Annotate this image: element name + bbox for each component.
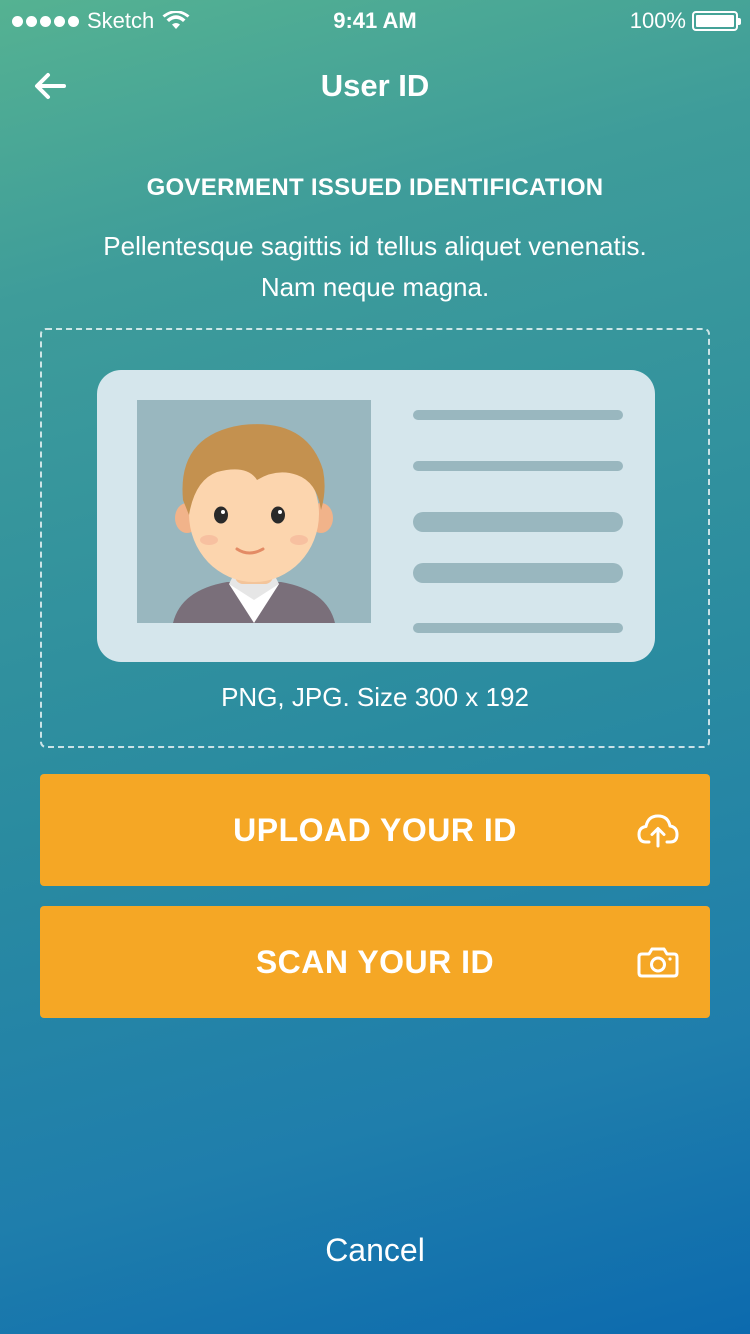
card-text-line [413, 623, 623, 633]
camera-icon [637, 947, 679, 978]
scan-id-label: SCAN YOUR ID [255, 944, 495, 980]
scan-id-button[interactable]: SCAN YOUR ID [40, 906, 710, 1018]
upload-id-label: UPLOAD YOUR ID [233, 812, 517, 848]
cancel-button[interactable]: Cancel [0, 1232, 750, 1269]
page-title: User ID [320, 68, 430, 103]
status-right: 100% [629, 8, 741, 34]
user-avatar-icon [173, 424, 335, 623]
card-text-line [413, 512, 623, 532]
status-bar: Sketch 9:41 AM 100% [0, 0, 750, 40]
file-requirements: PNG, JPG. Size 300 x 192 [221, 682, 529, 712]
card-text-line [413, 410, 623, 420]
section-description: Pellentesque sagittis id tellus aliquet … [103, 231, 647, 302]
cloud-upload-icon [637, 814, 679, 848]
id-upload-dropzone[interactable]: PNG, JPG. Size 300 x 192 [40, 328, 710, 748]
id-photo [137, 400, 371, 623]
card-text-line [413, 461, 623, 471]
card-text-line [413, 563, 623, 583]
battery-icon [692, 11, 741, 31]
section-title: GOVERMENT ISSUED IDENTIFICATION [146, 174, 604, 201]
upload-id-button[interactable]: UPLOAD YOUR ID [40, 774, 710, 886]
battery-percentage: 100% [629, 8, 686, 33]
navigation-bar: User ID [0, 56, 750, 116]
id-card-illustration [97, 370, 655, 662]
